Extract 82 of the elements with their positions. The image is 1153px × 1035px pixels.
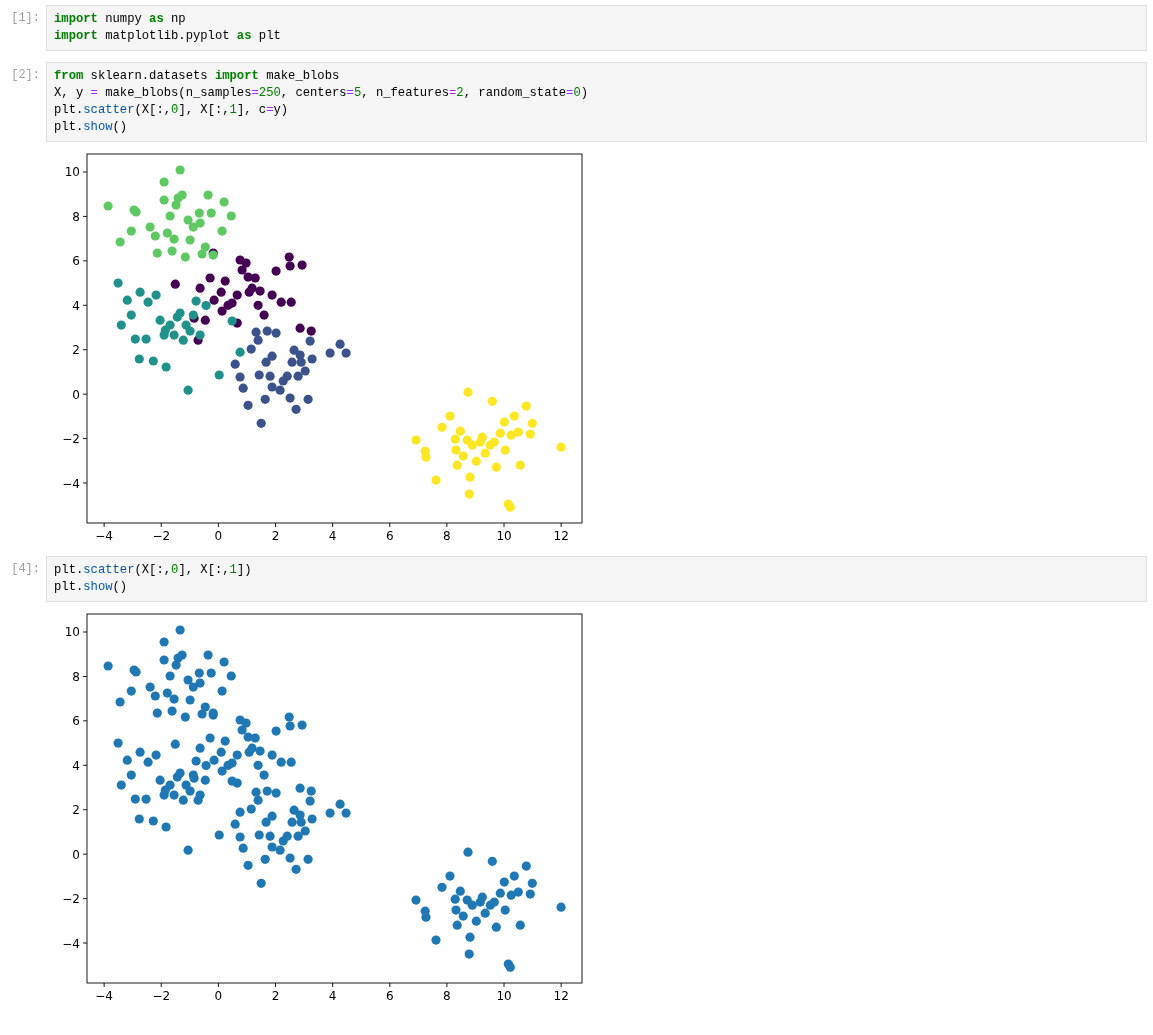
y-tick-label: 10 [64,625,80,640]
x-tick-label: −2 [152,529,171,543]
y-tick-label: 6 [72,254,80,269]
y-tick-label: 2 [72,803,80,818]
tick-mark [217,522,219,528]
x-tick-label: −4 [95,989,113,1003]
x-tick-label: 10 [496,529,512,543]
tick-mark [560,982,562,988]
x-tick-label: 0 [214,989,223,1003]
x-tick-label: 2 [271,529,280,543]
tick-mark [82,171,88,173]
code-cell[interactable]: import numpy as np import matplotlib.pyplot as plt [46,5,1147,51]
tick-mark [217,982,219,988]
tick-mark [332,522,334,528]
x-tick-label: −2 [152,989,171,1003]
tick-mark [560,522,562,528]
y-tick-label: 0 [72,387,80,402]
execution-count: [4]: [11,562,40,576]
x-tick-label: 4 [328,529,337,543]
tick-mark [275,522,276,528]
code-line: import matplotlib.pyplot as plt [54,29,281,43]
tick-mark [82,631,88,633]
tick-mark [103,982,105,988]
tick-mark [82,482,88,484]
code-line: from sklearn.datasets import make_blobs [54,69,340,83]
code-line: plt.show() [54,580,128,594]
tick-mark [82,720,88,722]
execution-count: [2]: [11,68,40,82]
tick-mark [82,216,88,217]
tick-mark [389,522,391,528]
y-tick-label: −4 [62,476,80,491]
x-tick-label: 8 [443,989,451,1003]
tick-mark [82,898,88,900]
y-tick-label: 8 [72,209,80,224]
tick-mark [446,982,448,988]
tick-mark [275,982,276,988]
tick-mark [82,393,88,395]
y-tick-label: 6 [72,714,80,729]
tick-mark [82,764,88,766]
x-tick-label: 12 [553,989,569,1003]
x-tick-label: 0 [214,529,223,543]
tick-mark [503,522,505,528]
tick-mark [82,438,88,440]
y-tick-label: −2 [62,432,80,447]
x-tick-label: 2 [271,989,280,1003]
y-tick-label: −2 [62,892,80,907]
execution-count: [1]: [11,11,40,25]
y-tick-label: 8 [72,669,80,684]
code-line: plt.scatter(X[:,0], X[:,1]) [54,563,252,577]
x-tick-label: 6 [385,989,394,1003]
x-tick-label: 10 [496,989,512,1003]
y-tick-label: −4 [62,936,80,951]
tick-mark [82,349,88,351]
y-tick-label: 0 [72,847,80,862]
tick-mark [82,675,88,677]
tick-mark [503,982,505,988]
y-tick-label: 10 [64,165,80,180]
tick-mark [160,982,162,988]
tick-mark [160,522,162,528]
code-line: plt.scatter(X[:,0], X[:,1], c=y) [54,103,289,117]
code-cell[interactable]: from sklearn.datasets import make_blobs X, y = make_blobs(n_samples=250, centers=5, n_features=2, random_state=0) plt.scatter(X[:,0], X[:,1], c=y) plt.show() [46,62,1147,142]
x-tick-label: 12 [553,529,569,543]
y-tick-label: 2 [72,343,80,358]
tick-mark [82,304,88,306]
code-line: plt.show() [54,120,128,134]
x-tick-label: 6 [385,529,394,543]
tick-mark [389,982,391,988]
tick-mark [332,982,334,988]
tick-mark [446,522,448,528]
code-line: X, y = make_blobs(n_samples=250, centers=5, n_features=2, random_state=0) [54,86,589,100]
code-line: import numpy as np [54,12,186,26]
tick-mark [82,260,88,262]
tick-mark [82,809,88,811]
x-tick-label: 4 [328,989,337,1003]
y-tick-label: 4 [72,298,80,313]
tick-mark [82,942,88,944]
x-tick-label: 8 [443,529,451,543]
tick-mark [103,522,105,528]
x-tick-label: −4 [95,529,113,543]
y-tick-label: 4 [72,758,80,773]
code-cell[interactable]: plt.scatter(X[:,0], X[:,1]) plt.show() [46,556,1147,602]
tick-mark [82,853,88,855]
